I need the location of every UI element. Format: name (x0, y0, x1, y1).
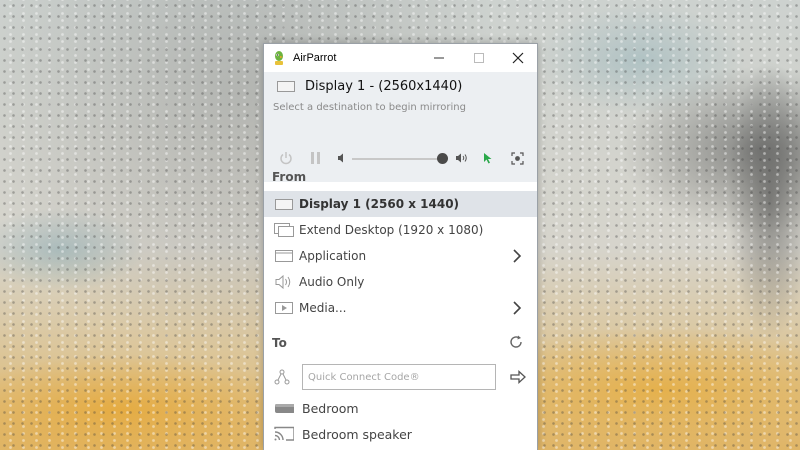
device-bedroom-speaker[interactable]: Bedroom speaker (264, 421, 537, 447)
airparrot-window: AirParrot Display 1 - (2560x1440) Select… (263, 43, 538, 450)
cast-icon (274, 426, 294, 441)
minimize-icon (434, 57, 444, 59)
source-display-1[interactable]: Display 1 (2560 x 1440) (264, 191, 537, 217)
pause-button[interactable] (308, 148, 324, 168)
apple-tv-icon (274, 401, 294, 415)
mirroring-status-panel: Display 1 - (2560x1440) Select a destina… (264, 72, 537, 182)
chevron-right-icon (513, 301, 522, 315)
device-label: Bedroom speaker (302, 426, 412, 442)
network-nodes-icon (274, 369, 290, 389)
volume-low-icon (338, 153, 343, 163)
source-audio-only[interactable]: Audio Only (264, 269, 537, 295)
maximize-icon (474, 53, 484, 63)
quick-connect-code-input[interactable] (302, 364, 496, 390)
monitor-icon (277, 81, 295, 92)
refresh-button[interactable] (508, 334, 524, 350)
from-heading: From (272, 170, 307, 184)
to-heading: To (272, 336, 287, 350)
source-label: Media... (299, 301, 347, 315)
refresh-icon (510, 335, 522, 348)
window-title: AirParrot (293, 52, 337, 64)
power-icon (280, 152, 292, 165)
screenshot-icon (510, 151, 524, 165)
current-source-title: Display 1 - (2560x1440) (305, 79, 463, 94)
title-bar[interactable]: AirParrot (264, 44, 537, 72)
speaker-icon (274, 275, 294, 289)
close-button[interactable] (498, 44, 537, 72)
source-extend-desktop[interactable]: Extend Desktop (1920 x 1080) (264, 217, 537, 243)
volume-high-icon (455, 153, 467, 163)
device-bedroom[interactable]: Bedroom (264, 395, 537, 421)
quick-connect-row (264, 364, 537, 390)
window-icon (274, 249, 294, 263)
screenshot-button[interactable] (510, 148, 524, 168)
media-play-icon (274, 301, 294, 315)
close-icon (512, 52, 524, 64)
chevron-right-icon (513, 249, 522, 263)
power-button[interactable] (278, 148, 294, 168)
extend-desktop-icon (274, 223, 294, 237)
source-media[interactable]: Media... (264, 295, 537, 321)
connect-arrow-button[interactable] (510, 369, 526, 388)
arrow-right-icon (510, 370, 526, 384)
source-application[interactable]: Application (264, 243, 537, 269)
source-label: Audio Only (299, 275, 365, 289)
show-cursor-toggle[interactable] (481, 148, 495, 168)
volume-slider-track[interactable] (352, 158, 444, 160)
source-label: Display 1 (2560 x 1440) (299, 197, 460, 211)
maximize-button[interactable] (459, 44, 499, 72)
status-message: Select a destination to begin mirroring (273, 102, 466, 113)
source-label: Extend Desktop (1920 x 1080) (299, 223, 484, 237)
device-label: Bedroom (302, 400, 359, 416)
airparrot-logo-icon (275, 51, 283, 65)
volume-high-button[interactable] (454, 148, 468, 168)
monitor-icon (274, 197, 294, 211)
cursor-icon (484, 153, 492, 164)
playback-controls (264, 148, 537, 168)
pause-icon (311, 152, 320, 164)
current-source: Display 1 - (2560x1440) (277, 79, 462, 94)
minimize-button[interactable] (419, 44, 459, 72)
volume-slider-knob[interactable] (437, 153, 448, 164)
volume-low-button[interactable] (336, 148, 348, 168)
source-label: Application (299, 249, 367, 263)
